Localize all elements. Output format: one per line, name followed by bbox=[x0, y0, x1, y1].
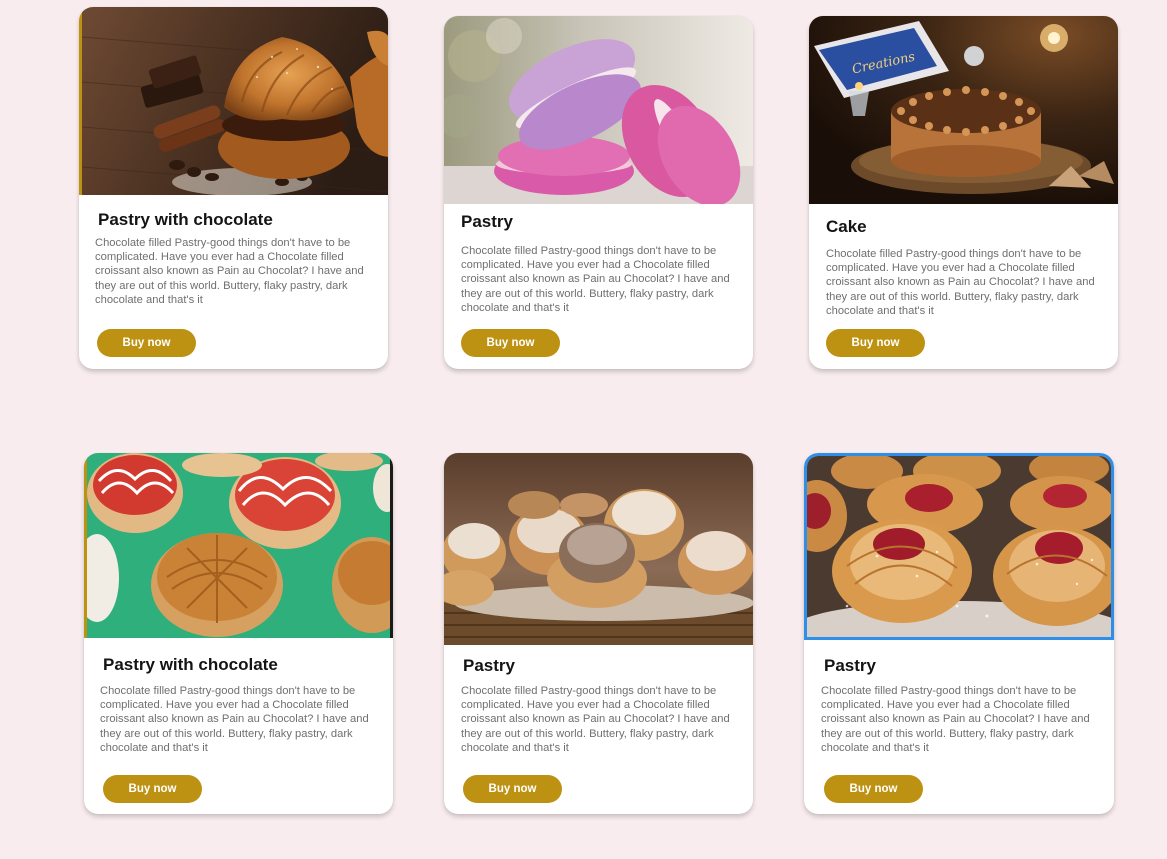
product-card-pastry-with-chocolate-buns[interactable]: Pastry with chocolate Chocolate filled P… bbox=[84, 453, 393, 814]
buy-now-button[interactable]: Buy now bbox=[826, 329, 925, 357]
buy-now-button[interactable]: Buy now bbox=[461, 329, 560, 357]
cherry-danish-photo bbox=[804, 453, 1114, 640]
product-title: Pastry bbox=[461, 212, 513, 231]
product-description: Chocolate filled Pastry-good things don'… bbox=[95, 237, 364, 306]
buy-now-button[interactable]: Buy now bbox=[103, 775, 202, 803]
product-title: Pastry bbox=[463, 656, 515, 675]
buy-now-button[interactable]: Buy now bbox=[463, 775, 562, 803]
product-description: Chocolate filled Pastry-good things don'… bbox=[821, 685, 1090, 754]
buy-now-button[interactable]: Buy now bbox=[97, 329, 196, 357]
macarons-photo bbox=[444, 16, 753, 204]
product-description: Chocolate filled Pastry-good things don'… bbox=[461, 245, 730, 314]
product-title: Pastry bbox=[824, 656, 876, 675]
product-card-pastry-macarons[interactable]: Pastry Chocolate filled Pastry-good thin… bbox=[444, 16, 753, 369]
product-description: Chocolate filled Pastry-good things don'… bbox=[461, 685, 730, 754]
sugar-dusted-rolls-photo bbox=[444, 453, 753, 645]
product-title: Pastry with chocolate bbox=[103, 655, 278, 674]
product-description: Chocolate filled Pastry-good things don'… bbox=[100, 685, 369, 754]
product-title: Pastry with chocolate bbox=[98, 210, 273, 229]
glazed-buns-photo bbox=[84, 453, 393, 638]
product-card-pastry-cherry-danish[interactable]: Pastry Chocolate filled Pastry-good thin… bbox=[804, 453, 1114, 814]
product-card-pastry-with-chocolate[interactable]: Pastry with chocolate Chocolate filled P… bbox=[79, 7, 388, 369]
buy-now-button[interactable]: Buy now bbox=[824, 775, 923, 803]
product-card-cake[interactable]: Creations Cake Chocolate filled Pastry-g… bbox=[809, 16, 1118, 369]
croissant-chocolate-photo bbox=[79, 7, 388, 195]
product-title: Cake bbox=[826, 217, 867, 236]
product-card-pastry-rolls[interactable]: Pastry Chocolate filled Pastry-good thin… bbox=[444, 453, 753, 814]
product-description: Chocolate filled Pastry-good things don'… bbox=[826, 248, 1095, 317]
chocolate-cake-photo: Creations bbox=[809, 16, 1118, 204]
